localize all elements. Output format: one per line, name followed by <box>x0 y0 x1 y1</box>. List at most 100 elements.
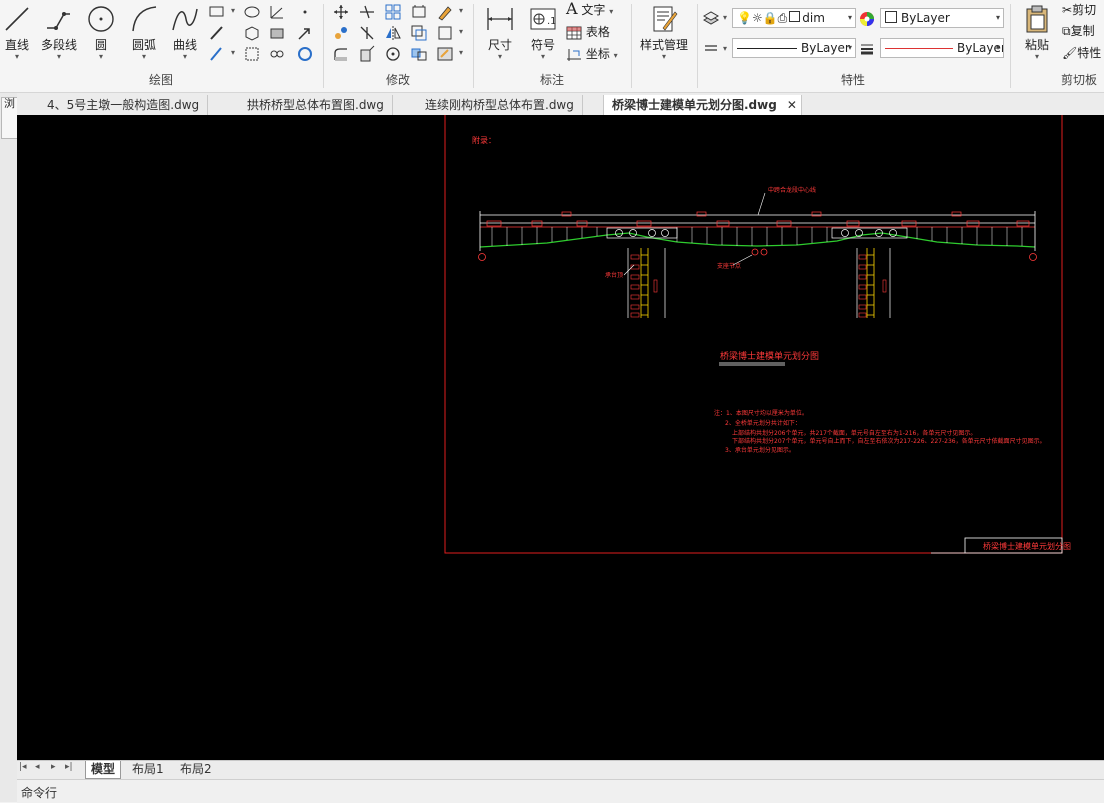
browser-panel-label: 浏 <box>4 97 15 110</box>
trim-icon[interactable] <box>358 3 376 21</box>
lineweight-preview-line <box>885 48 953 49</box>
match-properties-button[interactable]: 🖌特性 <box>1062 44 1101 62</box>
curve-tool-button[interactable]: 曲线 ▾ <box>168 4 202 61</box>
polyline-icon <box>47 12 70 30</box>
sheet-border <box>444 115 1063 554</box>
chevron-down-icon[interactable]: ▾ <box>231 48 235 57</box>
chevron-down-icon: ▾ <box>609 7 614 16</box>
lightbulb-icon: 💡 <box>737 11 752 25</box>
donut-icon[interactable] <box>296 45 314 63</box>
linetype-list-icon[interactable] <box>702 40 720 58</box>
join-icon[interactable] <box>410 45 428 63</box>
multiline-icon[interactable] <box>208 45 226 63</box>
last-layout-icon[interactable]: ▸| <box>65 762 73 772</box>
scale-icon[interactable] <box>358 45 376 63</box>
color-combo[interactable]: ByLayer ▾ <box>880 8 1004 28</box>
style-manager-button[interactable]: 样式管理 ▾ <box>635 4 693 61</box>
layout-tab-layout1[interactable]: 布局1 <box>127 761 169 778</box>
erase-pencil-icon[interactable] <box>436 3 454 21</box>
command-line-label: 命令行 <box>21 786 58 800</box>
note-line: 下部结构共划分207个单元，单元号自上而下，自左至右依次为217-226、227… <box>732 437 1046 445</box>
arc-tool-button[interactable]: 圆弧 ▾ <box>126 4 162 61</box>
mirror-icon[interactable] <box>384 24 402 42</box>
circle-tool-button[interactable]: 圆 ▾ <box>84 4 118 61</box>
document-tab-active[interactable]: 桥梁博士建模单元划分图.dwg ✕ <box>603 95 802 115</box>
command-line[interactable]: 命令行 <box>17 779 1104 803</box>
ellipse-icon[interactable] <box>243 3 261 21</box>
lineweight-icon[interactable] <box>858 40 876 58</box>
document-tab-label: 拱桥桥型总体布置图.dwg <box>247 98 384 112</box>
layer-manager-icon[interactable] <box>702 9 720 27</box>
edit-properties-icon[interactable] <box>436 45 454 63</box>
document-tab[interactable]: 4、5号主墩一般构造图.dwg <box>39 95 209 115</box>
stretch-icon[interactable] <box>410 3 428 21</box>
rotate-icon[interactable] <box>384 45 402 63</box>
chevron-down-icon[interactable]: ▾ <box>231 6 235 15</box>
curve-tool-label: 曲线 <box>172 38 197 52</box>
first-layout-icon[interactable]: |◂ <box>19 762 27 772</box>
close-icon[interactable]: ✕ <box>787 98 797 112</box>
next-layout-icon[interactable]: ▸ <box>51 762 56 772</box>
rectangle-icon[interactable] <box>208 3 226 21</box>
array-icon[interactable] <box>384 3 402 21</box>
symbol-tool-button[interactable]: .1 符号 ▾ <box>525 4 561 61</box>
revision-cloud-icon[interactable] <box>268 45 286 63</box>
text-tool-label: 文字 <box>581 3 606 17</box>
coordinate-icon <box>567 48 581 61</box>
dimension-tool-button[interactable]: 尺寸 ▾ <box>480 4 520 61</box>
cut-button[interactable]: ✂剪切 <box>1062 1 1096 19</box>
chevron-down-icon: ▾ <box>56 52 61 61</box>
extend-icon[interactable] <box>358 24 376 42</box>
document-tab[interactable]: 连续刚构桥型总体布置.dwg <box>417 95 583 115</box>
chevron-down-icon[interactable]: ▾ <box>723 13 727 22</box>
note-line: 3、承台单元划分见图示。 <box>725 446 795 454</box>
offset-icon[interactable] <box>410 24 428 42</box>
chevron-down-icon: ▾ <box>995 13 1000 22</box>
left-callout-text: 承台顶 <box>605 271 623 279</box>
explode-icon[interactable] <box>436 24 454 42</box>
construction-line-icon[interactable] <box>268 3 286 21</box>
chevron-down-icon: ▾ <box>14 52 19 61</box>
document-tab[interactable]: 拱桥桥型总体布置图.dwg <box>239 95 393 115</box>
paste-button[interactable]: 粘贴 ▾ <box>1020 4 1054 61</box>
color-swatch <box>885 11 897 23</box>
coordinate-tool-button[interactable]: 坐标 ▾ <box>566 44 618 64</box>
chevron-down-icon[interactable]: ▾ <box>459 27 463 36</box>
lineweight-combo[interactable]: ByLayer ▾ <box>880 38 1004 58</box>
layer-combo[interactable]: 💡☼🔒⎙ dim ▾ <box>732 8 856 28</box>
drawing-canvas[interactable]: 桥梁博士建模单元划分图 附录： 中跨合龙段中心线 承台顶 支座节点 桥梁博士建模… <box>17 115 1104 760</box>
chevron-down-icon: ▾ <box>613 51 618 60</box>
linetype-value: ByLayer <box>801 41 850 55</box>
line-tool-button[interactable]: 直线 ▾ <box>0 4 34 61</box>
chevron-down-icon[interactable]: ▾ <box>459 6 463 15</box>
wipeout-icon[interactable] <box>268 24 286 42</box>
note-line: 上部结构共划分206个单元，共217个截面，单元号自左至右为1-216，各单元尺… <box>732 429 976 437</box>
table-tool-button[interactable]: 表格 <box>566 22 610 42</box>
linetype-preview-line <box>737 48 797 49</box>
layout-tab-layout2[interactable]: 布局2 <box>175 761 217 778</box>
cut-label: 剪切 <box>1072 3 1097 17</box>
polyline-tool-button[interactable]: 多段线 ▾ <box>38 4 80 61</box>
arrow-icon[interactable] <box>296 24 314 42</box>
layout-tab-bar: |◂ ◂ ▸ ▸| 模型 布局1 布局2 <box>17 760 1104 779</box>
point-icon[interactable] <box>296 3 314 21</box>
chevron-down-icon: ▾ <box>497 52 502 61</box>
boundary-icon[interactable] <box>243 45 261 63</box>
hatch-pen-icon[interactable] <box>208 24 226 42</box>
line-tool-label: 直线 <box>4 38 29 52</box>
copy-button[interactable]: ⧉复制 <box>1062 22 1095 40</box>
browser-panel-toggle[interactable]: 浏 <box>1 97 18 139</box>
region-icon[interactable] <box>243 24 261 42</box>
panel-divider <box>1010 4 1011 88</box>
fillet-icon[interactable] <box>332 45 350 63</box>
copy-object-icon[interactable] <box>332 24 350 42</box>
color-wheel-icon[interactable] <box>858 10 876 28</box>
linetype-combo[interactable]: ByLayer ▾ <box>732 38 856 58</box>
chevron-down-icon[interactable]: ▾ <box>723 44 727 53</box>
drawing-title: 桥梁博士建模单元划分图 <box>720 350 819 362</box>
previous-layout-icon[interactable]: ◂ <box>35 762 40 772</box>
layout-tab-model[interactable]: 模型 <box>85 761 122 779</box>
move-icon[interactable] <box>332 3 350 21</box>
chevron-down-icon[interactable]: ▾ <box>459 48 463 57</box>
text-tool-button[interactable]: A 文字 ▾ <box>566 0 613 20</box>
